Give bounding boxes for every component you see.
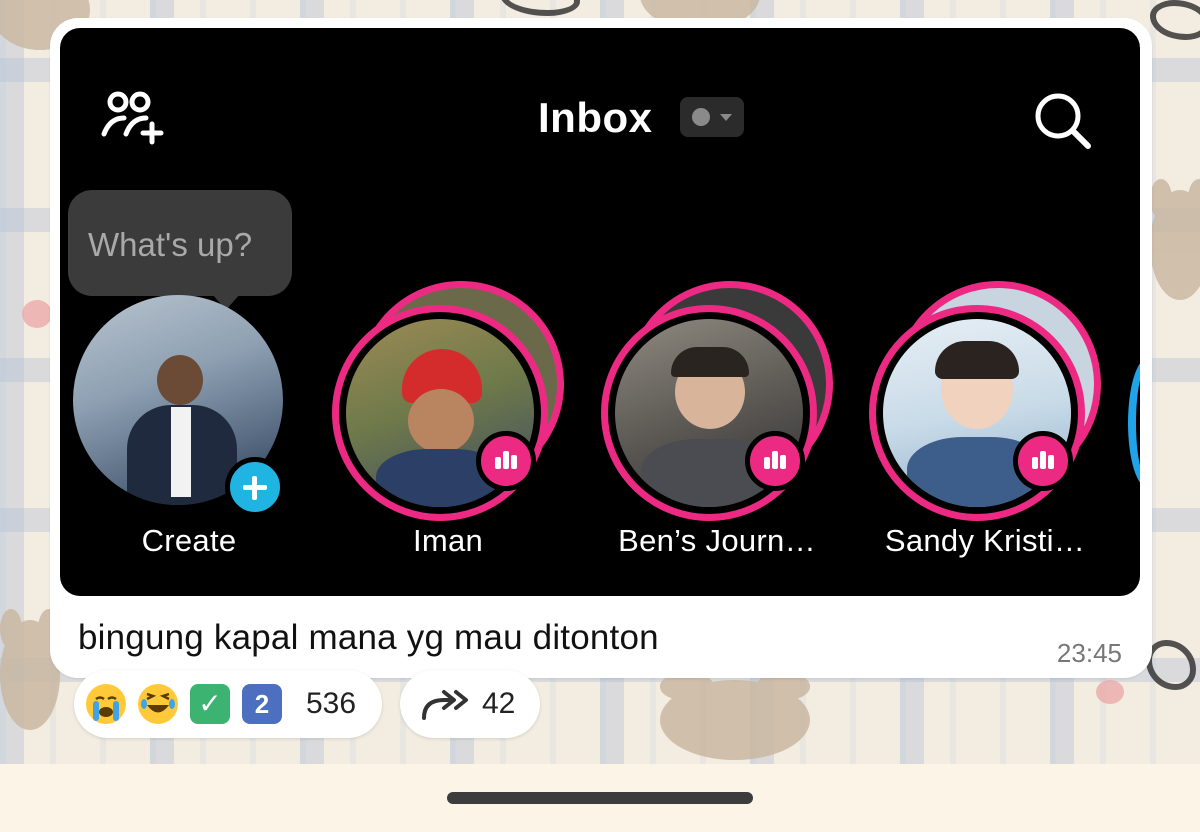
story-label: Iman [412, 523, 484, 558]
forward-count: 42 [482, 687, 516, 720]
wallpaper-bow [1146, 640, 1196, 690]
home-indicator[interactable] [447, 792, 753, 804]
live-bars-icon [476, 431, 536, 491]
live-bars-icon [1013, 431, 1073, 491]
live-bars-icon [745, 431, 805, 491]
search-icon[interactable] [1032, 90, 1094, 152]
tooltip-text: What's up? [88, 226, 253, 263]
wallpaper-bear [660, 672, 810, 760]
status-dot [692, 108, 710, 126]
story-label: Ben’s Journ… [618, 523, 816, 558]
story-create[interactable]: Create [60, 283, 319, 583]
wallpaper-heart [1096, 680, 1124, 704]
story-iman[interactable]: Iman [318, 281, 578, 583]
person-add-icon[interactable] [100, 90, 170, 150]
reactions-bar[interactable]: ✓ 2 536 [74, 670, 382, 738]
wallpaper-bear [1150, 179, 1200, 300]
story-label: Sandy Kristi… [884, 523, 1086, 558]
wallpaper-bow [500, 0, 580, 16]
message-caption: bingung kapal mana yg mau ditonton [78, 618, 659, 657]
shared-screenshot[interactable]: Inbox What's up? Create Iman Ben’s Journ… [60, 28, 1140, 596]
story-sandy-kristi[interactable]: Sandy Kristi… [855, 281, 1115, 583]
keycap-2-icon[interactable]: 2 [242, 684, 282, 724]
status-tooltip[interactable]: What's up? [68, 190, 292, 296]
plus-icon[interactable] [225, 457, 285, 517]
story-ring-partial [1128, 358, 1140, 488]
page-title: Inbox [538, 94, 653, 141]
chevron-down-icon [720, 114, 732, 121]
wallpaper-heart [22, 300, 52, 328]
wallpaper-bow [1150, 0, 1200, 40]
story-label: Create [141, 523, 237, 558]
status-dropdown-icon[interactable] [680, 97, 744, 137]
crying-face-icon[interactable] [86, 684, 126, 724]
forward-arrows-icon [422, 690, 468, 720]
laughing-face-icon[interactable] [138, 684, 178, 724]
story-bens-journal[interactable]: Ben’s Journ… [587, 281, 847, 583]
forward-button[interactable]: 42 [400, 670, 540, 738]
system-nav-bar [0, 764, 1200, 832]
reaction-count: 536 [306, 687, 357, 720]
message-time: 23:45 [1056, 638, 1122, 668]
check-mark-icon[interactable]: ✓ [190, 684, 230, 724]
message-bubble[interactable]: Inbox What's up? Create Iman Ben’s Journ… [50, 18, 1152, 678]
